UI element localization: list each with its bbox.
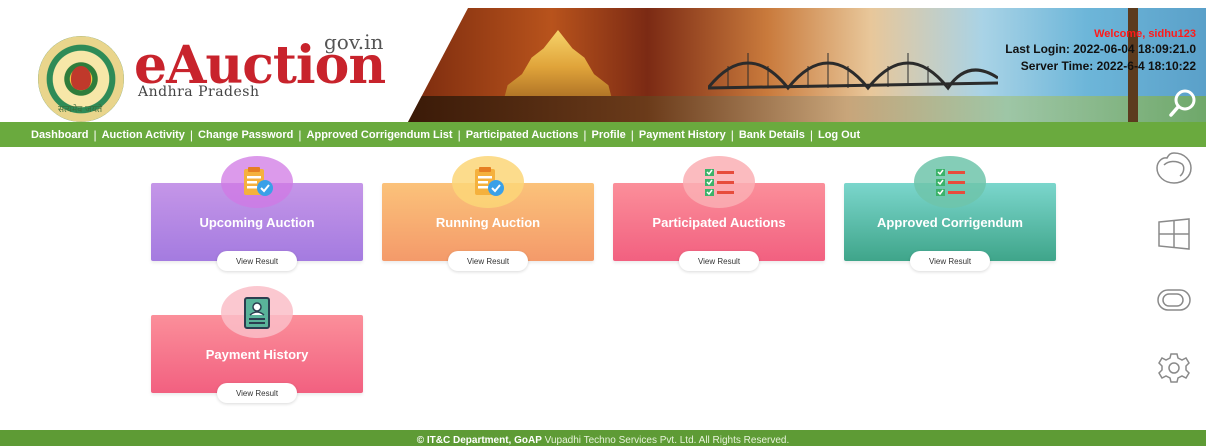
footer-text: Vupadhi Techno Services Pvt. Ltd. All Ri… <box>541 435 790 446</box>
bridge-graphic <box>708 53 998 91</box>
nav-change-password[interactable]: Change Password <box>198 129 293 141</box>
last-login-text: Last Login: 2022-06-04 18:09:21.0 <box>1005 42 1196 56</box>
main-navigation: Dashboard | Auction Activity | Change Pa… <box>0 122 1206 147</box>
view-result-button[interactable]: View Result <box>448 251 528 271</box>
card-icon-badge <box>452 156 524 208</box>
nav-bank-details[interactable]: Bank Details <box>739 129 805 141</box>
checklist-icon <box>705 169 734 196</box>
nav-separator: | <box>730 127 734 142</box>
welcome-user-text: Welcome, sidhu123 <box>1094 28 1196 40</box>
card-title: Running Auction <box>435 215 541 230</box>
nav-dashboard[interactable]: Dashboard <box>31 129 88 141</box>
view-result-button[interactable]: View Result <box>679 251 759 271</box>
card-title: Participated Auctions <box>652 215 786 230</box>
view-result-button[interactable]: View Result <box>217 251 297 271</box>
brand-domain-suffix: gov.in <box>324 30 384 54</box>
search-icon[interactable] <box>1168 88 1198 118</box>
card-icon-badge <box>914 156 986 208</box>
checklist-icon <box>936 169 965 196</box>
card-icon-badge <box>683 156 755 208</box>
upcoming-auction-card[interactable]: Upcoming Auction View Result <box>151 156 363 271</box>
seal-emblem <box>71 66 91 90</box>
brand-state: Andhra Pradesh <box>138 84 260 100</box>
clipboard-check-icon <box>475 167 504 196</box>
running-auction-card[interactable]: Running Auction View Result <box>382 156 594 271</box>
view-result-button[interactable]: View Result <box>217 383 297 403</box>
payment-history-card[interactable]: Payment History View Result <box>151 286 363 403</box>
toggle-icon[interactable] <box>1154 282 1194 318</box>
seal-tagline: सत्यमेव जयते <box>58 105 103 115</box>
nav-separator: | <box>298 127 302 142</box>
nav-profile[interactable]: Profile <box>592 129 626 141</box>
card-title: Upcoming Auction <box>199 215 315 230</box>
card-title: Approved Corrigendum <box>877 215 1023 230</box>
nav-separator: | <box>630 127 634 142</box>
nav-approved-corrigendum-list[interactable]: Approved Corrigendum List <box>307 129 453 141</box>
nav-separator: | <box>93 127 97 142</box>
approved-corrigendum-card[interactable]: Approved Corrigendum View Result <box>844 156 1056 271</box>
windows-icon[interactable] <box>1154 216 1194 252</box>
header: सत्यमेव जयते eAuction gov.in Andhra Prad… <box>0 0 1206 122</box>
nav-separator: | <box>189 127 194 142</box>
participated-auctions-card[interactable]: Participated Auctions View Result <box>613 156 825 271</box>
server-time-text: Server Time: 2022-6-4 18:10:22 <box>1020 59 1196 73</box>
browser-icon[interactable] <box>1154 150 1194 186</box>
view-result-button[interactable]: View Result <box>910 251 990 271</box>
nav-log-out[interactable]: Log Out <box>818 129 860 141</box>
nav-separator: | <box>457 127 461 142</box>
settings-gear-icon[interactable] <box>1154 350 1194 386</box>
nav-auction-activity[interactable]: Auction Activity <box>102 129 185 141</box>
nav-payment-history[interactable]: Payment History <box>639 129 726 141</box>
nav-participated-auctions[interactable]: Participated Auctions <box>466 129 579 141</box>
clipboard-check-icon <box>244 167 273 196</box>
nav-separator: | <box>583 127 587 142</box>
id-card-icon <box>244 297 270 329</box>
footer-copyright-link[interactable]: © IT&C Department, GoAP <box>417 435 542 446</box>
card-icon-badge <box>221 286 293 338</box>
card-title: Payment History <box>205 347 309 362</box>
nav-separator: | <box>809 127 813 142</box>
card-icon-badge <box>221 156 293 208</box>
footer: © IT&C Department, GoAP Vupadhi Techno S… <box>0 430 1206 446</box>
